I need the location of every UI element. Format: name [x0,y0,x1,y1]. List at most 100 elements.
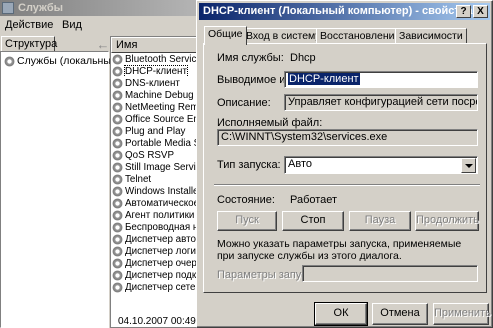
gear-icon [112,173,123,185]
service-row[interactable]: QoS RSVP [111,149,201,161]
gear-icon [112,161,123,173]
dialog-title: DHCP-клиент (Локальный компьютер) - свой… [203,5,473,17]
help-button[interactable]: ? [456,5,471,18]
service-name: QoS RSVP [125,149,175,161]
service-name: Bluetooth Service [125,53,201,65]
tab-recovery[interactable]: Восстановление [316,28,405,44]
tab-general[interactable]: Общие [204,26,247,45]
service-row[interactable]: Беспроводная нас.. [111,221,201,233]
service-row[interactable]: Still Image Service [111,161,201,173]
service-name: Machine Debug Man [125,89,201,101]
gear-icon [112,113,123,125]
service-row[interactable]: DNS-клиент [111,77,201,89]
service-row[interactable]: Portable Media Seri. [111,137,201,149]
tree-item-label: Службы (локальные) [17,55,121,67]
service-row[interactable]: Диспетчер сетево.. [111,281,201,293]
properties-dialog: DHCP-клиент (Локальный компьютер) - свой… [196,0,493,328]
service-row[interactable]: Диспетчер авто-п.. [111,233,201,245]
gear-icon [112,221,123,233]
service-row[interactable]: Machine Debug Man [111,89,201,101]
description-label: Описание: [217,97,271,109]
service-name-label: Имя службы: [217,52,284,64]
services-app-icon [2,2,14,14]
gear-icon [112,245,123,257]
service-name: NetMeeting Remote [125,101,201,113]
continue-button[interactable]: Продолжить [415,211,479,231]
gear-icon [112,101,123,113]
state-label: Состояние: [217,194,275,206]
menu-action[interactable]: Действие [5,19,53,31]
service-row[interactable]: Диспетчер очеред.. [111,257,201,269]
service-name: Диспетчер логиче.. [125,245,201,257]
apply-button[interactable]: Применить [433,303,491,325]
service-name: Office Source Engin [125,113,201,125]
service-row[interactable]: DHCP-клиент [111,65,201,77]
service-row[interactable]: Office Source Engin [111,113,201,125]
status-bar: 04.10.2007 00:49 [118,316,196,327]
gear-icon [112,209,123,221]
cancel-button[interactable]: Отмена [372,303,428,325]
service-name: Диспетчер сетево.. [125,281,201,293]
chevron-down-icon[interactable] [461,158,476,173]
tree-view: Службы (локальные) [0,51,120,328]
gear-icon [112,233,123,245]
console-title: Службы [18,2,64,14]
service-name: Автоматическое о.. [125,197,201,209]
service-row[interactable]: NetMeeting Remote [111,101,201,113]
service-row[interactable]: Диспетчер подкл.. [111,269,201,281]
close-button[interactable]: X [473,5,488,18]
service-row[interactable]: Windows Installer [111,185,201,197]
column-header-name[interactable]: Имя [111,37,201,53]
service-row[interactable]: Автоматическое о.. [111,197,201,209]
tab-dependencies[interactable]: Зависимости [395,28,467,44]
service-name-value: Dhcp [290,52,316,64]
start-button[interactable]: Пуск [217,211,277,231]
service-name: Агент политики IP [125,209,201,221]
startup-type-select[interactable]: Авто [284,156,478,174]
services-list: Имя Bluetooth Service DHCP-клиент DNS-клие… [110,36,201,328]
general-tab-panel: Имя службы: Dhcp Выводимое имя: DHCP-кли… [203,43,487,293]
gear-icon [112,89,123,101]
stop-button[interactable]: Стоп [282,211,344,231]
gear-icon [112,125,123,137]
ok-button[interactable]: ОК [314,302,368,326]
executable-path-field[interactable]: C:\WINNT\System32\services.exe [217,129,478,146]
gear-icon [112,77,123,89]
menu-view[interactable]: Вид [62,19,82,31]
service-row[interactable]: Диспетчер логиче.. [111,245,201,257]
gear-icon [112,65,123,77]
start-parameters-field[interactable] [302,265,478,282]
console-title-bar[interactable]: Службы [0,0,200,16]
dialog-title-bar[interactable]: DHCP-клиент (Локальный компьютер) - свой… [199,3,490,20]
service-name: Still Image Service [125,161,201,173]
gear-icon [112,269,123,281]
startup-type-value: Авто [288,158,312,170]
tree-item-services-local[interactable]: Службы (локальные) [4,55,120,67]
divider [214,184,480,186]
service-row[interactable]: Plug and Play [111,125,201,137]
service-row[interactable]: Bluetooth Service [111,53,201,65]
tab-logon[interactable]: Вход в систему [242,28,325,44]
display-name-field[interactable]: DHCP-клиент [284,71,478,88]
service-name: DNS-клиент [125,77,180,89]
service-name: Plug and Play [125,125,186,137]
service-name: Portable Media Seri. [125,137,201,149]
service-name: Беспроводная нас.. [125,221,201,233]
service-name: Диспетчер очеред.. [125,257,201,269]
gear-icon [112,185,123,197]
service-name: Telnet [125,173,152,185]
state-value: Работает [290,194,338,206]
service-row[interactable]: Агент политики IP [111,209,201,221]
gear-icon [4,55,15,67]
tree-tab-structure[interactable]: Структура [1,36,57,52]
tree-pane: Структура Службы (локальные) [0,36,120,328]
dialog-tabs: Общие Вход в систему Восстановление Зави… [204,26,488,45]
display-name-value: DHCP-клиент [288,73,360,85]
service-name: Windows Installer [125,185,201,197]
startup-type-label: Тип запуска: [217,159,281,171]
gear-icon [112,257,123,269]
service-name: Диспетчер подкл.. [125,269,201,281]
service-row[interactable]: Telnet [111,173,201,185]
description-field[interactable]: Управляет конфигурацией сети посредством… [284,94,478,111]
pause-button[interactable]: Пауза [349,211,411,231]
